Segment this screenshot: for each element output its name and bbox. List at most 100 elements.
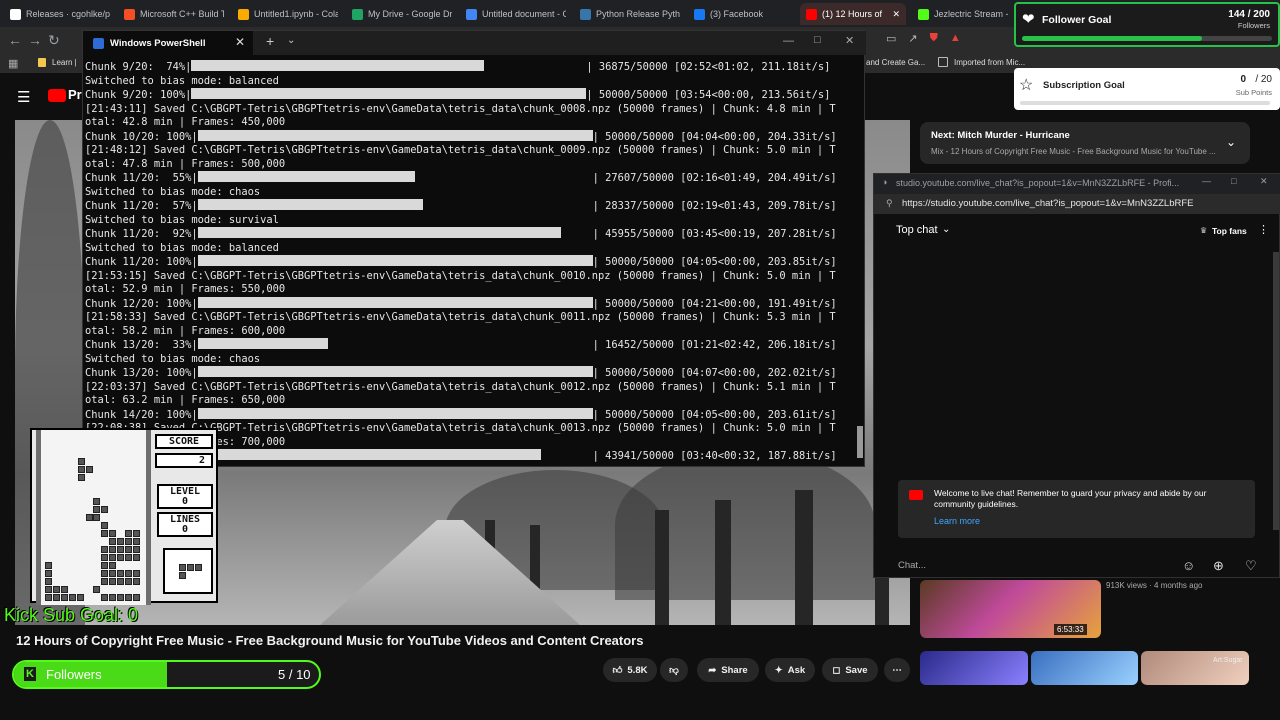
tetris-block (133, 546, 140, 553)
tetris-block (86, 466, 93, 473)
browser-tab[interactable]: (1) 12 Hours of ✕ (800, 3, 906, 25)
browser-tab[interactable]: Untitled1.ipynb - Colab (232, 3, 338, 25)
add-icon[interactable]: ⊕ (1213, 558, 1224, 574)
bookmark-create-game[interactable]: and Create Ga... (866, 58, 925, 67)
tetris-block (93, 506, 100, 513)
share-page-icon[interactable]: ↗ (908, 32, 917, 48)
tetris-block (69, 594, 76, 601)
apps-grid-icon[interactable]: ▦ (8, 57, 18, 70)
powershell-icon (93, 37, 104, 49)
tab-favicon-icon (124, 8, 135, 20)
subscription-goal-widget: ☆ Subscription Goal 0 / 20 Sub Points (1014, 68, 1280, 110)
save-button[interactable]: ◻ Save (822, 658, 878, 682)
top-fans-icon: ♛ (1200, 226, 1208, 235)
progress-bar-track (197, 338, 593, 353)
warning-extension-icon[interactable]: ▲ (950, 32, 961, 48)
progress-bar-track (191, 60, 586, 75)
sub-goal-title: Subscription Goal (1043, 80, 1125, 91)
powershell-window[interactable]: Windows PowerShell ✕ + ⌄ — □ ✕ Chunk 9/2… (82, 30, 866, 467)
progress-bar-fill (197, 199, 423, 210)
browser-tab[interactable]: (3) Facebook (688, 3, 794, 25)
close-tab-icon[interactable]: ✕ (892, 9, 900, 20)
tab-dropdown-icon[interactable]: ⌄ (287, 35, 295, 46)
top-chat-chevron-icon[interactable]: ⌄ (942, 224, 950, 235)
chat-input[interactable]: Chat... (898, 560, 926, 571)
tetris-block (117, 554, 124, 561)
progress-bar-fill (197, 407, 593, 419)
tab-favicon-icon (806, 8, 817, 20)
imported-folder-icon (938, 57, 948, 67)
minimize-icon[interactable]: — (783, 35, 794, 47)
lines-panel: LINES 0 (157, 512, 213, 537)
recommended-thumbnail-2[interactable] (920, 651, 1028, 685)
progress-bar-track (197, 449, 593, 464)
chat-maximize-icon[interactable]: □ (1231, 176, 1236, 186)
back-icon[interactable]: ← (8, 32, 22, 48)
progress-bar-track (197, 366, 593, 381)
progress-stats: | 16452/50000 [01:21<02:42, 206.18it/s] (592, 339, 837, 351)
like-button[interactable]: 👍︎ 5.8K (603, 658, 657, 682)
heart-icon[interactable]: ♡ (1245, 558, 1257, 574)
powershell-tab[interactable]: Windows PowerShell (83, 31, 253, 55)
tab-title: Python Release Pythor (596, 9, 680, 19)
tetris-block (109, 594, 116, 601)
dislike-button[interactable]: 👎︎ (660, 658, 688, 682)
ask-button[interactable]: ✦ Ask (765, 658, 815, 682)
recommended-thumbnail-3[interactable] (1031, 651, 1138, 685)
sub-goal-current: 0 (1240, 74, 1246, 85)
bookmark-learn[interactable]: Learn | (52, 58, 77, 67)
progress-bar-track (197, 171, 593, 186)
tetris-block (117, 578, 124, 585)
chat-minimize-icon[interactable]: — (1202, 176, 1211, 186)
chevron-down-icon[interactable]: ⌄ (1226, 135, 1236, 149)
close-tab-icon[interactable]: ✕ (235, 35, 245, 49)
hamburger-menu-icon[interactable]: ☰ (17, 88, 30, 106)
reload-icon[interactable]: ↻ (48, 32, 60, 49)
browser-tab[interactable]: Untitled document - G (460, 3, 566, 25)
progress-bar-fill (191, 88, 587, 99)
browser-tab[interactable]: Jezlectric Stream - Wa (912, 3, 1008, 25)
thumbs-down-icon: 👎︎ (669, 665, 679, 676)
shield-extension-icon[interactable]: ⛊ (930, 32, 938, 48)
browser-tab[interactable]: Python Release Pythor (574, 3, 680, 25)
chat-more-icon[interactable]: ⋮ (1258, 223, 1269, 236)
kick-logo-icon: K (24, 667, 36, 681)
terminal-line: Switched to bias mode: chaos (85, 185, 261, 198)
browser-tab[interactable]: My Drive - Google Driv (346, 3, 452, 25)
chat-scrollbar[interactable] (1273, 252, 1279, 530)
browser-tab[interactable]: Microsoft C++ Build To (118, 3, 224, 25)
kick-followers-label: Followers (46, 667, 102, 682)
new-tab-icon[interactable]: + (266, 33, 274, 49)
bookmark-imported[interactable]: Imported from Mic... (954, 58, 1025, 67)
powershell-scrollbar[interactable] (857, 426, 863, 458)
chat-url-bar[interactable]: ⚲ https://studio.youtube.com/live_chat?i… (874, 194, 1280, 214)
globe-icon: ◑ (882, 177, 888, 187)
share-icon: ➦ (708, 664, 717, 676)
video-duration: 6:53:33 (1054, 624, 1087, 635)
tetris-block (125, 570, 132, 577)
progress-bar-track (197, 199, 593, 214)
forward-icon[interactable]: → (28, 32, 42, 48)
kick-sub-goal: Kick Sub Goal: 0 (4, 605, 139, 625)
emoji-icon[interactable]: ☺ (1182, 558, 1195, 573)
more-actions-button[interactable]: ⋯ (884, 658, 910, 682)
level-value: 0 (181, 496, 189, 507)
follower-goal-title: Follower Goal (1042, 14, 1112, 26)
powershell-titlebar: Windows PowerShell ✕ + ⌄ — □ ✕ (83, 31, 866, 55)
close-window-icon[interactable]: ✕ (845, 34, 854, 47)
tetris-block (101, 530, 108, 537)
top-chat-dropdown[interactable]: Top chat (896, 224, 938, 236)
cast-icon[interactable]: ▭ (886, 32, 896, 48)
next-up-title: Next: Mitch Murder - Hurricane (931, 130, 1070, 141)
youtube-logo-icon[interactable] (48, 89, 66, 102)
browser-tab[interactable]: Releases · cgohlke/pyg (4, 3, 110, 25)
next-up-panel[interactable]: Next: Mitch Murder - Hurricane Mix - 12 … (920, 122, 1250, 164)
learn-more-link[interactable]: Learn more (934, 516, 980, 526)
tetris-block (109, 562, 116, 569)
tetris-block (117, 570, 124, 577)
share-button[interactable]: ➦ Share (697, 658, 759, 682)
top-fans-badge[interactable]: Top fans (1212, 226, 1247, 236)
chat-close-icon[interactable]: ✕ (1260, 176, 1268, 187)
chat-url: https://studio.youtube.com/live_chat?is_… (902, 198, 1194, 209)
maximize-icon[interactable]: □ (814, 34, 821, 46)
